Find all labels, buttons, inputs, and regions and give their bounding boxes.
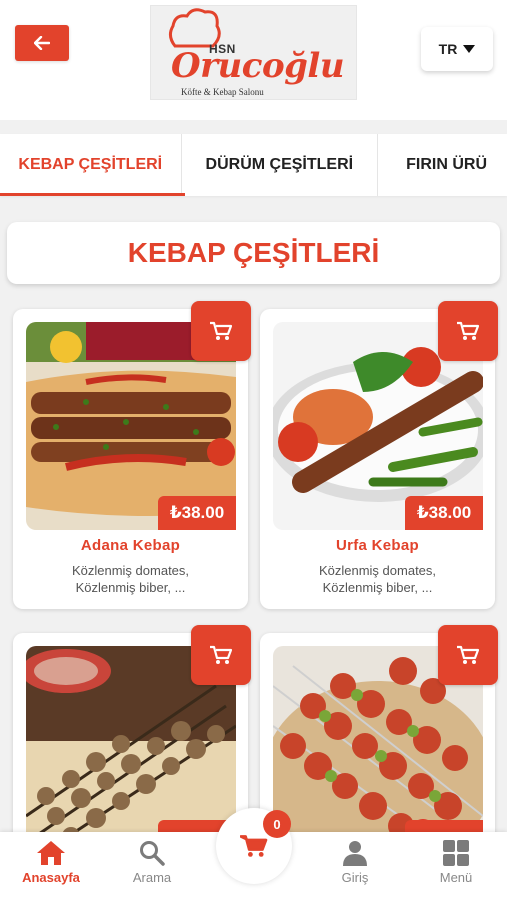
- add-to-cart-button[interactable]: [438, 625, 498, 685]
- caret-down-icon: [463, 45, 476, 53]
- cart-icon: [457, 645, 479, 664]
- home-icon: [37, 841, 65, 865]
- language-label: TR: [438, 41, 458, 57]
- back-button[interactable]: [15, 25, 69, 61]
- restaurant-logo: HSN Orucoğlu Köfte & Kebap Salonu: [150, 5, 357, 100]
- nav-menu[interactable]: Menü: [416, 840, 496, 885]
- product-description: Közlenmiş domates, Közlenmiş biber, ...: [255, 562, 500, 596]
- category-tabs: KEBAP ÇEŞİTLERİ DÜRÜM ÇEŞİTLERİ FIRIN ÜR…: [0, 134, 507, 196]
- add-to-cart-button[interactable]: [191, 625, 251, 685]
- section-title: KEBAP ÇEŞİTLERİ: [7, 222, 500, 284]
- nav-home-label: Anasayfa: [22, 870, 80, 885]
- product-card[interactable]: ₺38.00 Urfa Kebap Közlenmiş domates, Köz…: [260, 301, 498, 609]
- description-line: Közlenmiş domates,: [318, 563, 437, 578]
- cart-icon: [210, 321, 232, 340]
- user-icon: [343, 841, 367, 866]
- search-icon: [140, 841, 165, 866]
- grid-icon: [443, 840, 469, 866]
- nav-login-label: Giriş: [341, 870, 369, 885]
- language-selector[interactable]: TR: [421, 27, 493, 71]
- nav-search[interactable]: Arama: [112, 840, 192, 885]
- app-header: HSN Orucoğlu Köfte & Kebap Salonu TR: [0, 0, 507, 120]
- nav-login[interactable]: Giriş: [315, 840, 395, 885]
- cart-icon: [210, 645, 232, 664]
- tab-durum[interactable]: DÜRÜM ÇEŞİTLERİ: [182, 134, 379, 196]
- logo-brand-text: Orucoğlu: [171, 46, 345, 86]
- cart-count-badge: 0: [263, 810, 291, 838]
- product-description: Közlenmiş domates, Közlenmiş biber, ...: [8, 562, 253, 596]
- tab-firin[interactable]: FIRIN ÜRÜ: [378, 134, 507, 196]
- product-card[interactable]: [260, 625, 498, 863]
- description-line: Közlenmiş domates,: [71, 563, 190, 578]
- nav-menu-label: Menü: [439, 870, 473, 885]
- cart-icon: [240, 835, 268, 857]
- arrow-left-icon: [34, 36, 50, 50]
- add-to-cart-button[interactable]: [191, 301, 251, 361]
- nav-search-label: Arama: [132, 870, 172, 885]
- product-price: ₺38.00: [158, 496, 236, 530]
- cart-icon: [457, 321, 479, 340]
- logo-subtitle: Köfte & Kebap Salonu: [181, 87, 264, 97]
- nav-home[interactable]: Anasayfa: [11, 840, 91, 885]
- description-line: Közlenmiş biber, ...: [322, 580, 433, 595]
- description-line: Közlenmiş biber, ...: [75, 580, 186, 595]
- product-price: ₺38.00: [405, 496, 483, 530]
- product-card[interactable]: [13, 625, 251, 863]
- product-name: Adana Kebap: [80, 537, 181, 554]
- product-name: Urfa Kebap: [335, 537, 420, 554]
- product-card[interactable]: ₺38.00 Adana Kebap Közlenmiş domates, Kö…: [13, 301, 251, 609]
- tab-kebap[interactable]: KEBAP ÇEŞİTLERİ: [0, 134, 185, 196]
- add-to-cart-button[interactable]: [438, 301, 498, 361]
